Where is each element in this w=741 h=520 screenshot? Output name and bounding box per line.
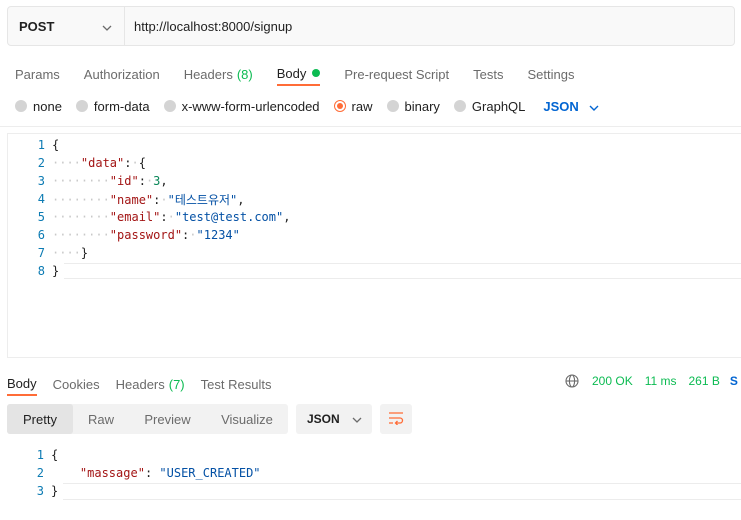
code-line: 3 ········"id":·3,: [8, 172, 741, 190]
request-body-editor[interactable]: 1 { 2 ····"data":·{ 3 ········"id":·3, 4…: [7, 133, 741, 358]
method-label: POST: [19, 18, 55, 34]
response-time[interactable]: 11 ms: [645, 374, 677, 388]
code-line: 1 {: [8, 136, 741, 154]
line-number: 7: [37, 246, 45, 260]
wrap-lines-button[interactable]: [380, 404, 412, 434]
code-line: 3 }: [7, 482, 741, 500]
response-size[interactable]: 261 B: [689, 374, 720, 388]
body-format-select[interactable]: JSON: [543, 99, 599, 114]
request-tabs: Params Authorization Headers (8) Body Pre…: [15, 62, 598, 88]
response-format-select[interactable]: JSON: [296, 404, 372, 434]
view-raw-button[interactable]: Raw: [73, 404, 129, 434]
chevron-down-icon: [102, 19, 112, 34]
radio-circle: [163, 100, 176, 112]
chevron-down-icon: [352, 412, 362, 426]
code-line: 6 ········"password":·"1234": [8, 226, 741, 244]
radio-raw[interactable]: raw: [333, 99, 373, 114]
radio-circle: [15, 100, 27, 112]
line-number: 6: [37, 228, 45, 242]
status-code[interactable]: 200 OK: [592, 374, 633, 388]
tab-headers[interactable]: Headers (8): [184, 62, 253, 86]
wrap-lines-icon: [388, 411, 404, 428]
globe-icon[interactable]: [565, 374, 579, 388]
response-body-viewer[interactable]: 1 { 2 "massage": "USER_CREATED" 3 }: [7, 444, 741, 500]
tab-body[interactable]: Body: [276, 62, 321, 86]
line-number: 1: [37, 138, 45, 152]
tab-response-body[interactable]: Body: [7, 372, 37, 396]
radio-circle: [386, 100, 399, 112]
url-input[interactable]: http://localhost:8000/signup: [125, 7, 734, 45]
tab-settings[interactable]: Settings: [527, 62, 574, 86]
line-number: 8: [37, 264, 45, 278]
radio-graphql[interactable]: GraphQL: [453, 99, 525, 114]
response-tabs: Body Cookies Headers (7) Test Results: [7, 372, 287, 396]
view-pretty-button[interactable]: Pretty: [7, 404, 73, 434]
tab-params[interactable]: Params: [15, 62, 60, 86]
headers-count: (7): [168, 376, 185, 392]
method-select[interactable]: POST: [8, 7, 125, 45]
radio-x-www-form-urlencoded[interactable]: x-www-form-urlencoded: [163, 99, 320, 114]
response-meta: 200 OK 11 ms 261 B S: [565, 372, 738, 390]
tab-cookies[interactable]: Cookies: [53, 372, 100, 396]
response-view-switch: Pretty Raw Preview Visualize: [7, 404, 288, 434]
radio-circle: [453, 100, 466, 112]
radio-circle: [75, 100, 88, 112]
code-line: 4 ········"name":·"테스트유저",: [8, 190, 741, 208]
chevron-down-icon: [589, 99, 599, 114]
radio-none[interactable]: none: [15, 99, 62, 114]
url-bar: POST http://localhost:8000/signup: [7, 6, 735, 46]
code-line: 7 ····}: [8, 244, 741, 262]
line-number: 3: [37, 174, 45, 188]
view-visualize-button[interactable]: Visualize: [206, 404, 288, 434]
code-line: 2 ····"data":·{: [8, 154, 741, 172]
code-line: 8 }: [8, 262, 741, 280]
radio-form-data[interactable]: form-data: [75, 99, 150, 114]
line-number: 3: [36, 484, 44, 498]
line-number: 4: [37, 192, 45, 206]
divider: [0, 126, 741, 127]
tab-authorization[interactable]: Authorization: [84, 62, 160, 86]
code-line: 5 ········"email":·"test@test.com",: [8, 208, 741, 226]
save-response-button[interactable]: S: [730, 374, 738, 388]
tab-pre-request-script[interactable]: Pre-request Script: [344, 62, 449, 86]
headers-count: (8): [236, 66, 253, 82]
line-number: 2: [37, 156, 45, 170]
tab-tests[interactable]: Tests: [473, 62, 503, 86]
view-preview-button[interactable]: Preview: [129, 404, 206, 434]
tab-response-headers[interactable]: Headers (7): [116, 372, 185, 396]
radio-circle-selected: [333, 100, 346, 112]
body-indicator-dot: [312, 69, 321, 77]
line-number: 2: [36, 466, 44, 480]
code-line: 1 {: [7, 446, 741, 464]
body-type-options: none form-data x-www-form-urlencoded raw…: [15, 96, 599, 116]
line-number: 5: [37, 210, 45, 224]
radio-binary[interactable]: binary: [386, 99, 440, 114]
code-line: 2 "massage": "USER_CREATED": [7, 464, 741, 482]
line-number: 1: [36, 448, 44, 462]
tab-test-results[interactable]: Test Results: [201, 372, 272, 396]
